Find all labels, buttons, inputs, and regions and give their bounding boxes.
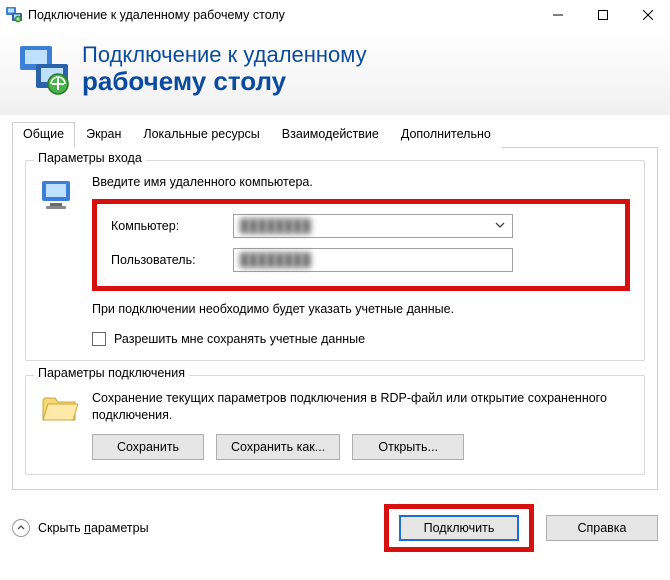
- maximize-button[interactable]: [580, 0, 625, 30]
- computer-value: ████████: [240, 219, 311, 233]
- header-line2: рабочему столу: [82, 67, 367, 97]
- rdp-icon: [18, 44, 70, 96]
- app-icon: [6, 7, 22, 23]
- help-button[interactable]: Справка: [546, 515, 658, 541]
- computer-label: Компьютер:: [111, 219, 221, 233]
- tabs: Общие Экран Локальные ресурсы Взаимодейс…: [12, 121, 658, 148]
- collapse-icon[interactable]: [12, 519, 30, 537]
- tab-experience[interactable]: Взаимодействие: [271, 122, 390, 148]
- titlebar-text: Подключение к удаленному рабочему столу: [28, 8, 285, 22]
- group-login: Параметры входа Введите имя удаленного к…: [25, 160, 645, 361]
- connection-desc: Сохранение текущих параметров подключени…: [92, 390, 630, 424]
- save-credentials-label: Разрешить мне сохранять учетные данные: [114, 332, 365, 346]
- chevron-down-icon[interactable]: [494, 219, 506, 234]
- login-note: При подключении необходимо будет указать…: [92, 301, 630, 318]
- group-connection-legend: Параметры подключения: [34, 366, 189, 380]
- titlebar: Подключение к удаленному рабочему столу: [0, 0, 670, 30]
- highlight-credentials: Компьютер: ████████ Пользователь:: [92, 199, 630, 291]
- folder-icon: [40, 390, 78, 424]
- panel-general: Параметры входа Введите имя удаленного к…: [12, 148, 658, 490]
- login-instruction: Введите имя удаленного компьютера.: [92, 175, 630, 189]
- tab-advanced[interactable]: Дополнительно: [390, 122, 502, 148]
- header-line1: Подключение к удаленному: [82, 42, 367, 67]
- footer: Скрыть параметры Подключить Справка: [0, 490, 670, 566]
- tab-local-resources[interactable]: Локальные ресурсы: [132, 122, 270, 148]
- group-connection: Параметры подключения Сохранение текущих…: [25, 375, 645, 475]
- computer-input[interactable]: ████████: [233, 214, 513, 238]
- header: Подключение к удаленному рабочему столу: [0, 30, 670, 115]
- connect-button[interactable]: Подключить: [399, 515, 519, 541]
- user-input[interactable]: ████████: [233, 248, 513, 272]
- computer-icon: [40, 179, 78, 211]
- minimize-button[interactable]: [535, 0, 580, 30]
- save-button[interactable]: Сохранить: [92, 434, 204, 460]
- user-label: Пользователь:: [111, 253, 221, 267]
- save-credentials-checkbox[interactable]: [92, 332, 106, 346]
- tab-display[interactable]: Экран: [75, 122, 132, 148]
- tab-general[interactable]: Общие: [12, 122, 75, 148]
- group-login-legend: Параметры входа: [34, 151, 146, 165]
- hide-params-link[interactable]: Скрыть параметры: [38, 521, 149, 535]
- user-value: ████████: [240, 253, 311, 267]
- close-button[interactable]: [625, 0, 670, 30]
- highlight-connect: Подключить: [384, 504, 534, 552]
- open-button[interactable]: Открыть...: [352, 434, 464, 460]
- save-as-button[interactable]: Сохранить как...: [216, 434, 340, 460]
